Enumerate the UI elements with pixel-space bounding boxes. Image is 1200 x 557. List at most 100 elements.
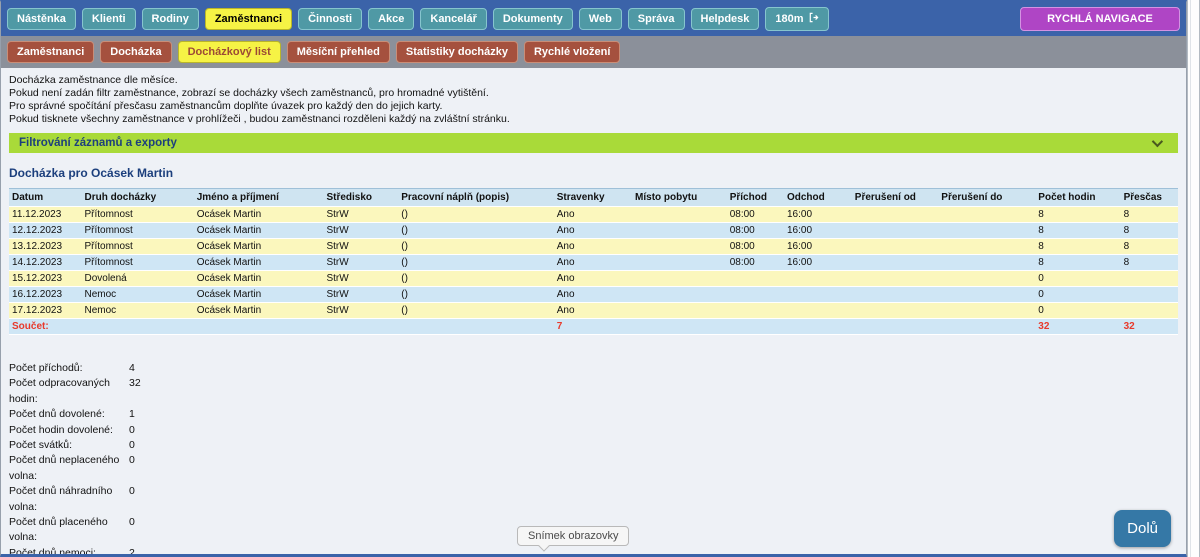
table-cell: 7	[554, 319, 632, 335]
stat-label: Počet dnů náhradního volna:	[9, 484, 129, 515]
filter-panel-title: Filtrování záznamů a exporty	[19, 137, 177, 149]
column-header-jmeno-a-prijmeni: Jméno a příjmení	[194, 189, 324, 207]
description-line: Pokud není zadán filtr zaměstnance, zobr…	[9, 87, 1178, 100]
table-cell	[194, 319, 324, 335]
top-nav-tab-cinnosti[interactable]: Činnosti	[298, 8, 362, 30]
attendance-table: DatumDruh docházkyJméno a příjmeníStředi…	[9, 188, 1178, 335]
table-cell	[632, 255, 727, 271]
column-header-stravenky: Stravenky	[554, 189, 632, 207]
stat-label: Počet dnů nemoci:	[9, 546, 129, 557]
table-cell: 32	[1121, 319, 1178, 335]
table-cell: Ano	[554, 255, 632, 271]
description: Docházka zaměstnance dle měsíce.Pokud ne…	[1, 68, 1186, 128]
stat-row: Počet odpracovaných hodin:32	[9, 376, 1178, 407]
table-cell: Přítomnost	[81, 239, 193, 255]
top-nav-items: Nástěnka Klienti Rodiny Zaměstnanci Činnosti…	[7, 8, 759, 30]
top-nav-tab-helpdesk[interactable]: Helpdesk	[691, 8, 760, 30]
table-cell: Nemoc	[81, 303, 193, 319]
top-nav-tab-sprava[interactable]: Správa	[628, 8, 685, 30]
top-nav-tab-klienti[interactable]: Klienti	[82, 8, 136, 30]
quick-navigation-button[interactable]: RYCHLÁ NAVIGACE	[1020, 7, 1180, 31]
table-cell	[727, 319, 784, 335]
table-cell: StrW	[323, 223, 398, 239]
table-cell	[852, 303, 939, 319]
table-cell	[852, 207, 939, 223]
table-cell: ()	[398, 287, 553, 303]
table-row: 13.12.2023PřítomnostOcásek MartinStrW()A…	[9, 239, 1178, 255]
stat-value: 4	[129, 361, 135, 376]
table-cell	[632, 303, 727, 319]
table-cell	[1121, 303, 1178, 319]
top-nav-tab-dokumenty[interactable]: Dokumenty	[493, 8, 573, 30]
table-cell: StrW	[323, 271, 398, 287]
table-cell: Ocásek Martin	[194, 303, 324, 319]
top-nav-tab-rodiny[interactable]: Rodiny	[142, 8, 199, 30]
top-nav-tab-zamestnanci[interactable]: Zaměstnanci	[205, 8, 292, 30]
table-cell	[938, 239, 1035, 255]
table-cell	[938, 223, 1035, 239]
sub-nav-tab-statistiky-dochazky[interactable]: Statistiky docházky	[396, 41, 518, 63]
attendance-heading: Docházka pro Ocásek Martin	[9, 166, 1178, 180]
scroll-down-button[interactable]: Dolů	[1114, 510, 1171, 547]
table-cell: 0	[1035, 271, 1120, 287]
table-cell: 0	[1035, 287, 1120, 303]
table-cell: Ocásek Martin	[194, 287, 324, 303]
table-cell: Ano	[554, 223, 632, 239]
table-cell: 16:00	[784, 239, 852, 255]
table-cell	[398, 319, 553, 335]
table-cell: 15.12.2023	[9, 271, 81, 287]
table-cell: Přítomnost	[81, 223, 193, 239]
description-line: Docházka zaměstnance dle měsíce.	[9, 74, 1178, 87]
top-nav-tab-akce[interactable]: Akce	[368, 8, 414, 30]
sub-nav-tab-dochazkovy-list[interactable]: Docházkový list	[178, 41, 281, 63]
scrollbar-track-line	[1190, 0, 1191, 557]
table-cell: Součet:	[9, 319, 81, 335]
stat-label: Počet hodin dovolené:	[9, 423, 129, 438]
table-sum-row: Součet: 7 3232	[9, 319, 1178, 335]
table-cell: 8	[1121, 239, 1178, 255]
sub-nav-tab-zamestnanci[interactable]: Zaměstnanci	[7, 41, 94, 63]
table-cell	[784, 319, 852, 335]
table-cell	[632, 239, 727, 255]
table-cell: 8	[1035, 239, 1120, 255]
table-cell: 32	[1035, 319, 1120, 335]
table-cell: ()	[398, 223, 553, 239]
table-cell	[852, 255, 939, 271]
table-cell: Ano	[554, 287, 632, 303]
sub-nav-tab-mesicni-prehled[interactable]: Měsíční přehled	[287, 41, 390, 63]
table-cell	[852, 271, 939, 287]
top-nav-tab-nastenka[interactable]: Nástěnka	[7, 8, 76, 30]
stat-label: Počet dnů neplaceného volna:	[9, 453, 129, 484]
table-cell: Dovolená	[81, 271, 193, 287]
cursor-tooltip: Snímek obrazovky	[517, 526, 629, 546]
table-cell	[81, 319, 193, 335]
session-timer-button[interactable]: 180m	[765, 7, 828, 31]
table-row: 15.12.2023DovolenáOcásek MartinStrW()Ano…	[9, 271, 1178, 287]
stat-label: Počet svátků:	[9, 438, 129, 453]
table-cell: Ocásek Martin	[194, 271, 324, 287]
table-cell	[938, 287, 1035, 303]
table-cell: 8	[1121, 255, 1178, 271]
sub-nav-tab-dochazka[interactable]: Docházka	[100, 41, 171, 63]
stat-value: 0	[129, 515, 135, 546]
filter-panel-header[interactable]: Filtrování záznamů a exporty	[9, 133, 1178, 153]
table-cell: Ano	[554, 271, 632, 287]
stat-label: Počet dnů placeného volna:	[9, 515, 129, 546]
table-cell	[784, 303, 852, 319]
table-cell: 17.12.2023	[9, 303, 81, 319]
table-cell	[323, 319, 398, 335]
page-scrollbar[interactable]	[1187, 0, 1200, 557]
logout-icon	[808, 12, 819, 26]
chevron-down-icon	[1152, 136, 1163, 147]
table-cell: StrW	[323, 287, 398, 303]
top-nav-tab-web[interactable]: Web	[579, 8, 622, 30]
table-cell: Ocásek Martin	[194, 207, 324, 223]
table-cell: ()	[398, 303, 553, 319]
column-header-prescas: Přesčas	[1121, 189, 1178, 207]
sub-nav-tab-rychle-vlozeni[interactable]: Rychlé vložení	[524, 41, 620, 63]
sub-navigation-bar: Zaměstnanci Docházka Docházkový list Měsíčn…	[1, 36, 1186, 68]
stat-value: 2	[129, 546, 135, 557]
stat-value: 0	[129, 484, 135, 515]
top-nav-tab-kancelar[interactable]: Kancelář	[420, 8, 486, 30]
column-header-stredisko: Středisko	[323, 189, 398, 207]
